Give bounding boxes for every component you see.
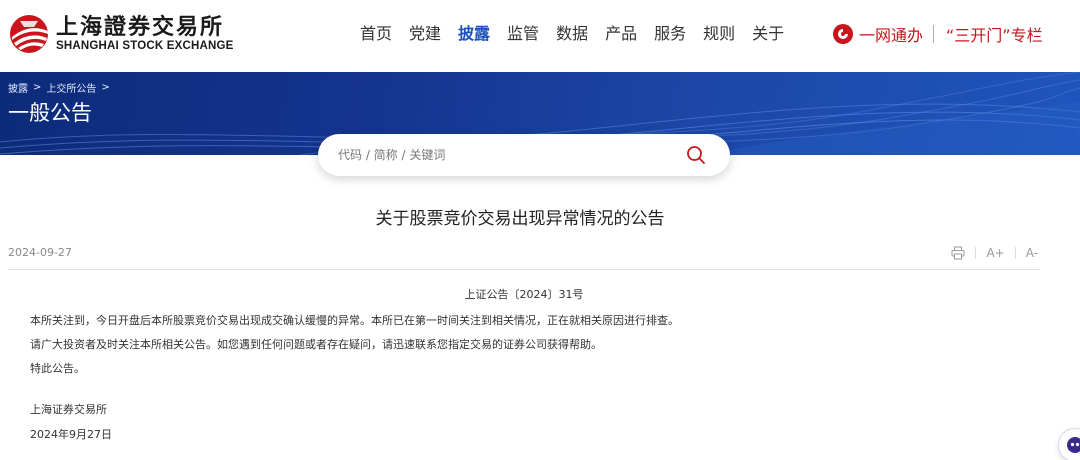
chevron-right-icon: > (33, 82, 42, 93)
font-increase-button[interactable]: A+ (986, 244, 1004, 262)
nav-item-regulation[interactable]: 监管 (507, 20, 539, 48)
article-paragraph: 特此公告。 (30, 362, 85, 375)
nav-item-party[interactable]: 党建 (409, 20, 441, 48)
logo-chinese-name: 上海證券交易所 (56, 14, 225, 40)
main-nav: 首页 党建 披露 监管 数据 产品 服务 规则 关于 (360, 20, 801, 48)
nav-item-about[interactable]: 关于 (752, 20, 784, 48)
seal-icon (833, 24, 853, 44)
sse-logo-icon (10, 15, 48, 53)
print-button[interactable] (951, 244, 965, 262)
assistant-bot-icon (1067, 437, 1080, 453)
search-box (318, 134, 730, 176)
nav-item-services[interactable]: 服务 (654, 20, 686, 48)
publish-date: 2024-09-27 (8, 246, 72, 259)
chevron-right-icon: > (101, 82, 110, 93)
assistant-button[interactable] (1058, 428, 1080, 460)
quick-links-divider (933, 25, 935, 43)
logo-english-name: SHANGHAI STOCK EXCHANGE (56, 40, 234, 52)
printer-icon (951, 246, 965, 260)
search-input[interactable] (318, 135, 676, 175)
page-title: 一般公告 (8, 101, 92, 125)
site-header: 上海證券交易所 SHANGHAI STOCK EXCHANGE 首页 党建 披露… (0, 0, 1080, 72)
signature-date: 2024年9月27日 (30, 428, 112, 441)
font-decrease-button[interactable]: A- (1026, 244, 1038, 262)
article-tools: A+ A- (941, 244, 1038, 262)
sankaimen-link[interactable]: “三开门”专栏 (946, 22, 1043, 46)
article-paragraph: 请广大投资者及时关注本所相关公告。如您遇到任何问题或者存在疑问，请迅速联系您指定… (30, 338, 602, 351)
search-icon (687, 146, 705, 164)
yiwangtong-link[interactable]: 一网通办 (859, 22, 923, 46)
signature-organization: 上海证券交易所 (30, 403, 107, 416)
nav-item-rules[interactable]: 规则 (703, 20, 735, 48)
article-paragraph: 本所关注到，今日开盘后本所股票竞价交易出现成交确认缓慢的异常。本所已在第一时间关… (30, 314, 679, 327)
quick-links: 一网通办 “三开门”专栏 (833, 20, 1043, 48)
site-logo[interactable]: 上海證券交易所 SHANGHAI STOCK EXCHANGE (8, 12, 234, 56)
nav-item-home[interactable]: 首页 (360, 20, 392, 48)
tool-divider (975, 247, 977, 259)
document-number: 上证公告〔2024〕31号 (464, 288, 584, 301)
tool-divider (1014, 247, 1016, 259)
article-meta-row: 2024-09-27 A+ A- (8, 240, 1040, 270)
breadcrumb-sse-announcements[interactable]: 上交所公告 (46, 80, 96, 95)
breadcrumb: 披露 > 上交所公告 > (8, 80, 115, 95)
nav-item-disclosure[interactable]: 披露 (458, 20, 490, 48)
breadcrumb-disclosure[interactable]: 披露 (8, 80, 28, 95)
article-title: 关于股票竞价交易出现异常情况的公告 (375, 209, 665, 229)
nav-item-data[interactable]: 数据 (556, 20, 588, 48)
nav-item-products[interactable]: 产品 (605, 20, 637, 48)
search-button[interactable] (676, 135, 716, 175)
logo-text: 上海證券交易所 SHANGHAI STOCK EXCHANGE (56, 15, 234, 53)
